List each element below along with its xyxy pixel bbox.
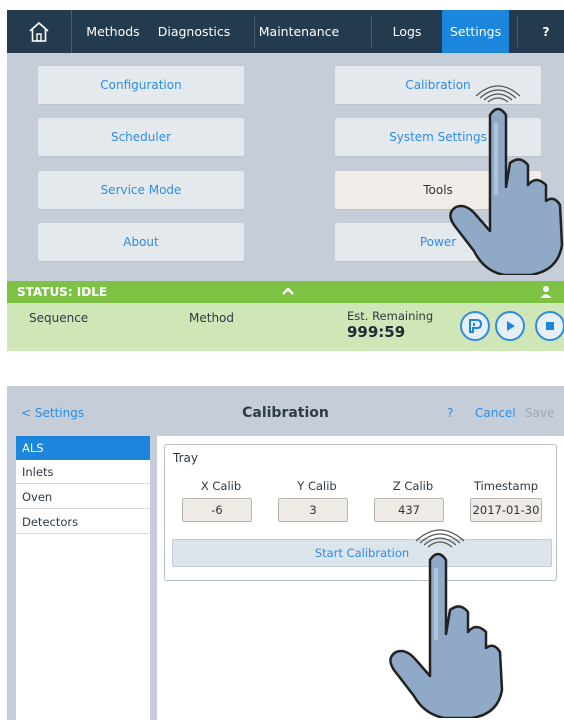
pause-icon (469, 319, 483, 333)
tap-ripple-icon (415, 529, 465, 548)
chevron-up-icon (282, 287, 294, 295)
service-mode-button[interactable]: Service Mode (38, 171, 244, 209)
pointing-hand-icon (449, 85, 564, 275)
y-calib-field[interactable]: 3 (278, 498, 348, 522)
help-button[interactable]: ? (447, 386, 453, 440)
user-button[interactable] (540, 285, 552, 301)
stop-icon (546, 322, 554, 330)
nav-divider (517, 16, 518, 47)
home-button[interactable] (7, 10, 72, 53)
about-button[interactable]: About (38, 223, 244, 261)
sidebar-item-oven[interactable]: Oven (16, 485, 150, 509)
nav-diagnostics[interactable]: Diagnostics (147, 10, 241, 53)
method-label: Method (189, 311, 235, 325)
sequence-label: Sequence (29, 311, 89, 325)
top-nav-bar: Methods Diagnostics Maintenance Logs Set… (7, 10, 564, 53)
nav-settings[interactable]: Settings (442, 10, 509, 53)
sidebar-item-als[interactable]: ALS (16, 436, 150, 460)
x-calib-header: X Calib (200, 479, 242, 493)
pause-button[interactable] (460, 311, 490, 341)
timestamp-header: Timestamp (473, 479, 539, 493)
est-remaining-label: Est. Remaining (347, 309, 434, 323)
tray-label: Tray (173, 451, 198, 465)
status-expand-button[interactable] (281, 284, 295, 301)
sidebar-item-inlets[interactable]: Inlets (16, 460, 150, 484)
module-sidebar: ALS Inlets Oven Detectors (16, 436, 150, 720)
status-bar: STATUS: IDLE (7, 281, 564, 303)
nav-divider (371, 16, 372, 47)
y-calib-header: Y Calib (297, 479, 337, 493)
z-calib-header: Z Calib (392, 479, 434, 493)
play-icon (507, 321, 515, 331)
home-icon (29, 21, 49, 42)
calibration-header: < Settings Calibration ? Cancel Save (7, 386, 564, 434)
pointing-hand-icon (389, 529, 504, 718)
nav-maintenance[interactable]: Maintenance (257, 10, 341, 53)
user-icon (540, 286, 552, 298)
play-button[interactable] (495, 311, 525, 341)
nav-divider (254, 16, 255, 47)
scheduler-button[interactable]: Scheduler (38, 118, 244, 156)
nav-methods[interactable]: Methods (83, 10, 143, 53)
run-info-bar: Sequence Method Est. Remaining 999:59 (7, 303, 564, 351)
est-remaining-value: 999:59 (347, 323, 406, 341)
tap-ripple-icon (475, 85, 521, 103)
configuration-button[interactable]: Configuration (38, 66, 244, 104)
x-calib-field[interactable]: -6 (182, 498, 252, 522)
sidebar-item-detectors[interactable]: Detectors (16, 510, 150, 534)
nav-help[interactable]: ? (534, 10, 558, 53)
status-label: STATUS: IDLE (17, 285, 108, 299)
save-button[interactable]: Save (525, 386, 554, 440)
stop-button[interactable] (535, 311, 564, 341)
nav-logs[interactable]: Logs (377, 10, 437, 53)
cancel-button[interactable]: Cancel (475, 386, 516, 440)
